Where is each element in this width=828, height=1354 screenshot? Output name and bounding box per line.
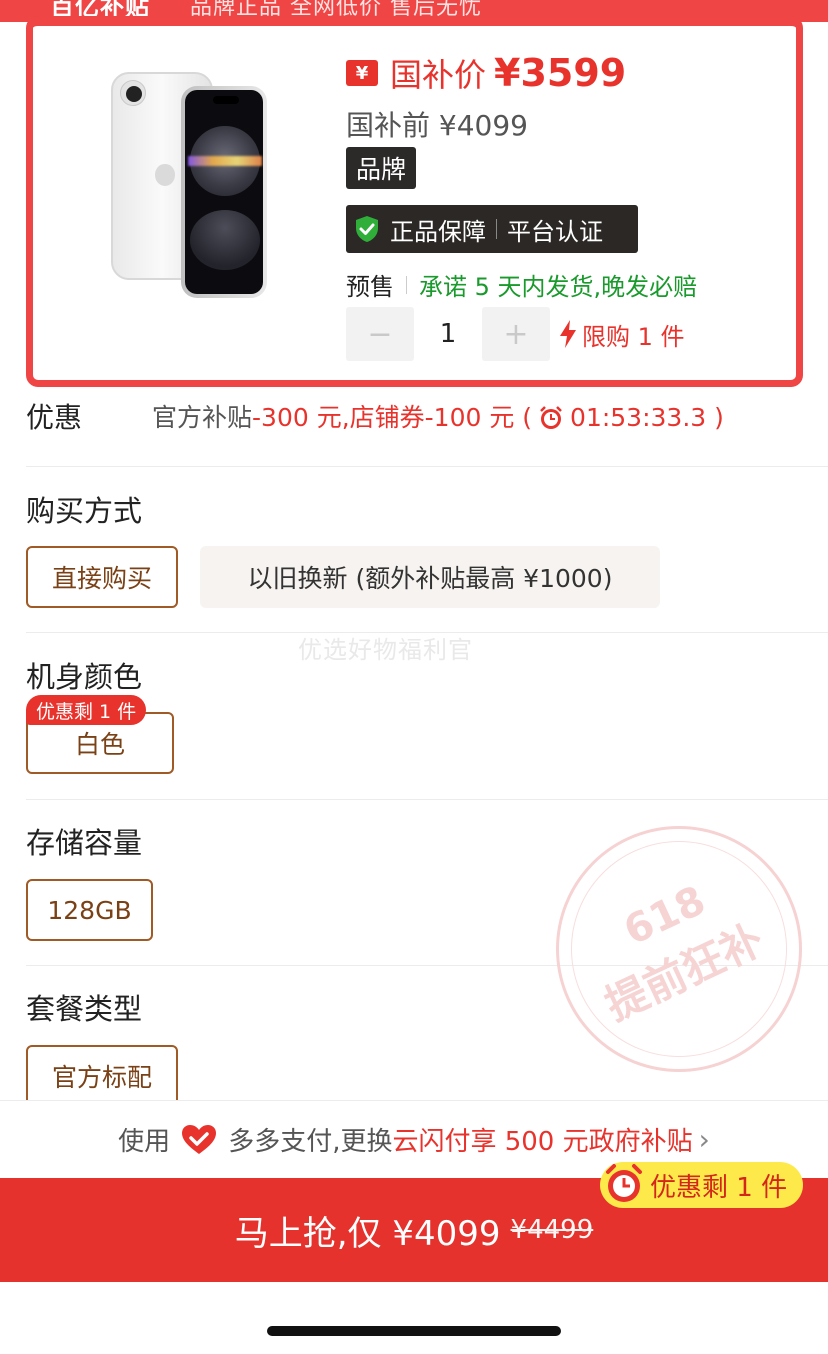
storage-title: 存储容量	[26, 826, 143, 860]
option-package-standard[interactable]: 官方标配	[26, 1045, 178, 1107]
increase-button[interactable]: +	[482, 307, 550, 361]
package-title: 套餐类型	[26, 992, 143, 1026]
quantity-value[interactable]: 1	[414, 319, 482, 349]
assurance-genuine: 正品保障	[390, 217, 486, 246]
presale-row: 预售 承诺 5 天内发货,晚发必赔	[346, 267, 697, 302]
discount-title: 优惠	[26, 401, 83, 434]
assurance-separator	[496, 219, 497, 239]
lightning-icon	[560, 320, 576, 348]
purchase-limit-text: 限购 1 件	[582, 322, 685, 351]
original-price: 国补前 ¥4099	[346, 109, 528, 142]
discount-row[interactable]: 优惠 官方补贴-300 元,店铺券-100 元 ( 01:53:33.3 )	[26, 396, 816, 436]
phone-screen	[185, 90, 263, 294]
buy-now-label: 马上抢,仅 ¥4099	[234, 1213, 501, 1254]
subsidy-label: 国补价	[390, 56, 487, 94]
divider	[26, 799, 828, 800]
shipping-promise: 承诺 5 天内发货,晚发必赔	[419, 273, 698, 301]
chevron-right-icon: ›	[698, 1123, 710, 1156]
decrease-button[interactable]: −	[346, 307, 414, 361]
option-trade-in[interactable]: 以旧换新 (额外补贴最高 ¥1000)	[200, 546, 660, 608]
shop-coupon: ,店铺券-100 元 (	[341, 403, 533, 432]
official-subsidy-amount: -300 元	[252, 403, 342, 432]
yen-icon: ¥	[346, 60, 378, 86]
subsidy-price-row: ¥ 国补价 ¥3599	[346, 50, 626, 96]
divider	[26, 466, 828, 467]
alarm-clock-icon	[540, 406, 562, 429]
purchase-limit: 限购 1 件	[558, 317, 685, 352]
phone-notch	[213, 96, 239, 104]
watermark-text: 优选好物福利官	[298, 636, 473, 664]
color-title: 机身颜色	[26, 660, 143, 694]
option-direct-buy[interactable]: 直接购买	[26, 546, 178, 608]
buy-strike-price: ¥4499	[510, 1215, 594, 1245]
official-subsidy-label: 官方补贴	[152, 403, 253, 432]
wallpaper-reflection	[190, 210, 260, 270]
discount-detail: 官方补贴-300 元,店铺券-100 元 ( 01:53:33.3 )	[152, 398, 724, 434]
apple-logo-icon	[155, 164, 175, 186]
home-indicator[interactable]	[267, 1326, 561, 1336]
product-image-front[interactable]	[181, 86, 267, 298]
subsidy-price: ¥3599	[494, 51, 627, 95]
remaining-stock-badge: 优惠剩 1 件	[600, 1162, 804, 1208]
pay-method: 多多支付,更换	[228, 1127, 393, 1157]
assurance-platform: 平台认证	[507, 217, 603, 246]
product-card: ¥ 国补价 ¥3599 国补前 ¥4099 品牌 正品保障 平台认证 预售 承诺…	[26, 16, 803, 387]
promo-stamp: 618 提前狂补	[556, 826, 802, 1072]
shield-check-icon	[356, 216, 378, 242]
alarm-clock-icon	[606, 1164, 642, 1202]
countdown-timer: 01:53:33.3 )	[570, 403, 724, 432]
remaining-stock-text: 优惠剩 1 件	[650, 1172, 788, 1203]
pay-prefix: 使用	[118, 1127, 171, 1157]
camera-lens	[120, 80, 146, 106]
presale-label: 预售	[346, 273, 394, 301]
stock-badge: 优惠剩 1 件	[26, 695, 147, 725]
purchase-method-title: 购买方式	[26, 494, 143, 528]
authenticity-assurance[interactable]: 正品保障 平台认证	[346, 205, 638, 253]
pay-highlight: 云闪付享 500 元政府补贴	[392, 1127, 693, 1157]
brand-tag: 品牌	[346, 147, 416, 189]
quantity-stepper: − 1 + 限购 1 件	[346, 307, 685, 361]
presale-separator	[406, 275, 407, 294]
wallpaper-orb	[190, 126, 260, 196]
pay-heart-icon	[182, 1124, 217, 1154]
option-storage-128gb[interactable]: 128GB	[26, 879, 153, 941]
